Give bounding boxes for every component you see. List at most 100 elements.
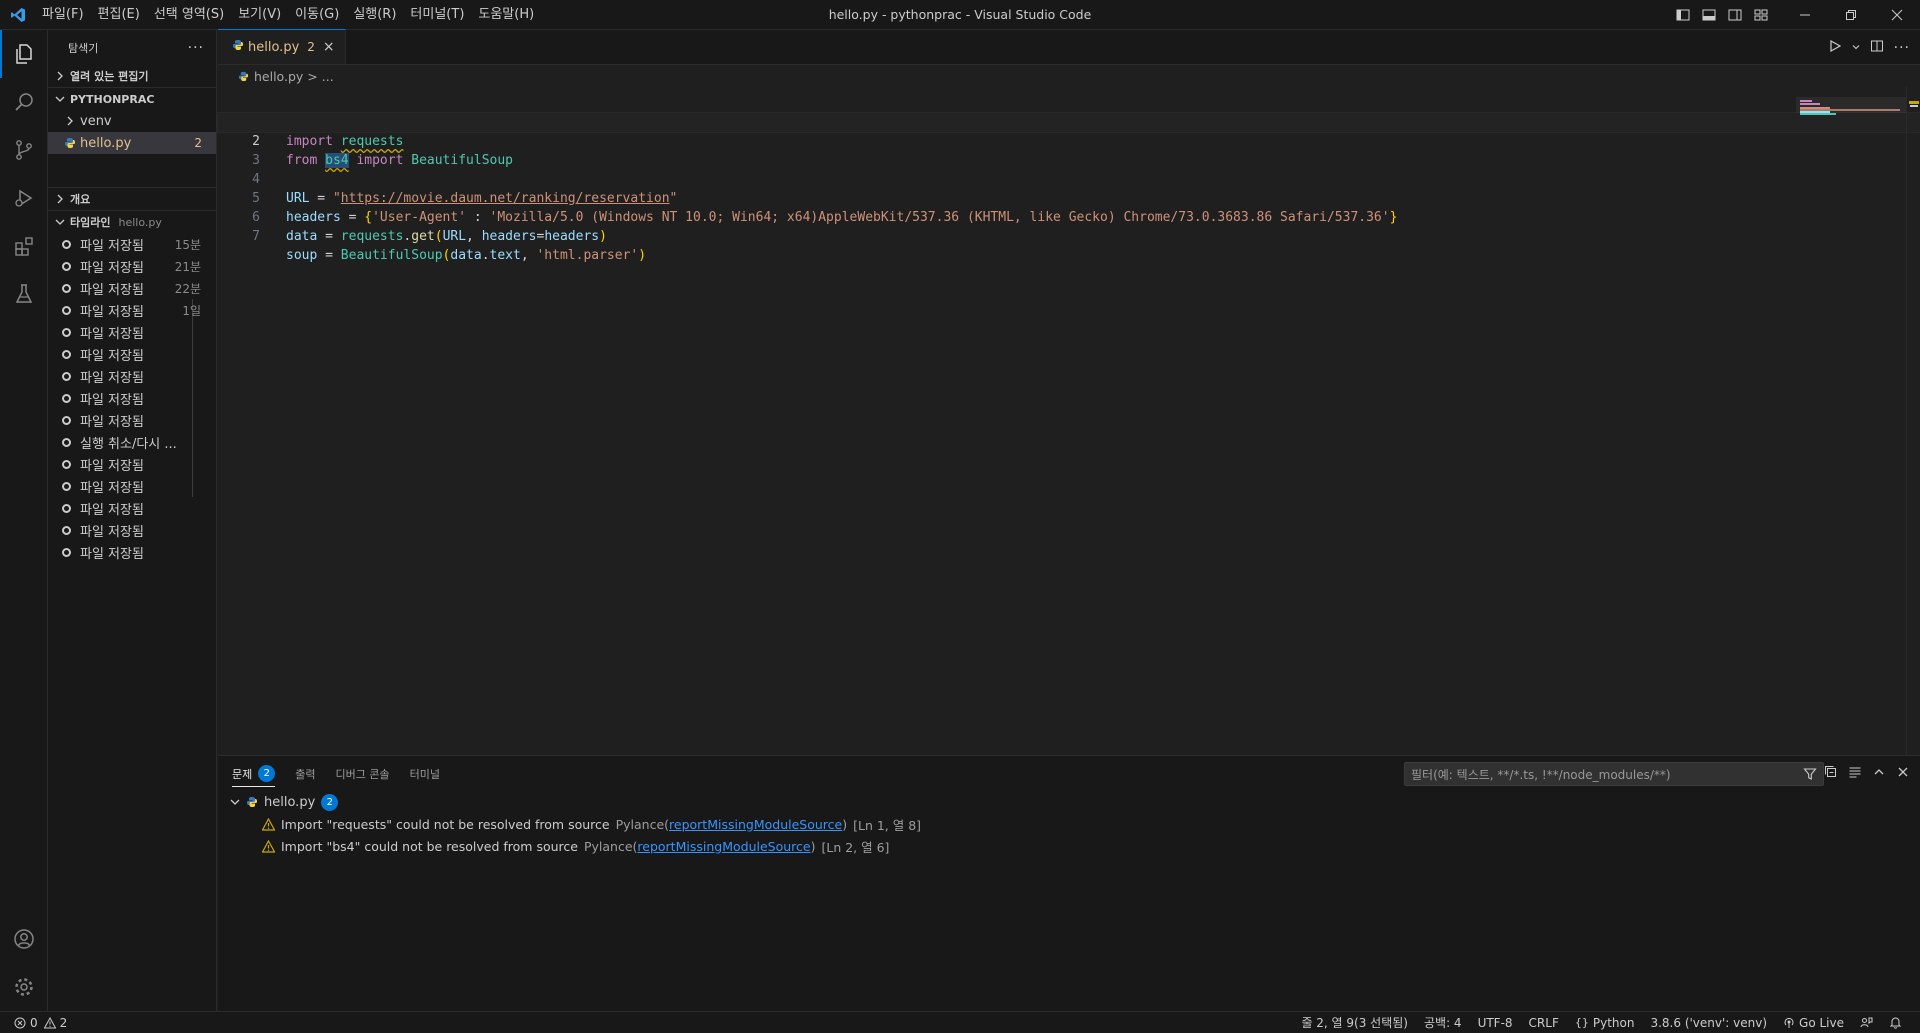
timeline-label: 타임라인 (70, 216, 111, 229)
more-actions-icon[interactable]: ··· (188, 40, 204, 56)
code-token: headers (481, 229, 537, 244)
tab-hello-py[interactable]: hello.py 2 × (218, 29, 346, 64)
breadcrumb-symbols[interactable]: > ... (307, 69, 333, 84)
menu-file[interactable]: 파일(F) (35, 4, 91, 26)
toggle-primary-sidebar-icon[interactable] (1670, 0, 1696, 30)
status-eol[interactable]: CRLF (1521, 1016, 1567, 1030)
file-hello-py-label: hello.py (80, 135, 132, 151)
tab-debug-console[interactable]: 디버그 콘솔 (336, 756, 390, 791)
timeline-item[interactable]: 파일 저장됨 (48, 453, 216, 475)
testing-icon[interactable] (0, 270, 48, 318)
code-editor[interactable]: 1 import requests 2 from bs4 import Beau… (217, 87, 1920, 755)
code-token: text (489, 248, 521, 263)
menu-help[interactable]: 도움말(H) (471, 4, 541, 26)
explorer-icon[interactable] (0, 30, 48, 78)
menu-selection[interactable]: 선택 영역(S) (147, 4, 231, 26)
menu-edit[interactable]: 편집(E) (91, 4, 147, 26)
explorer-sidebar: 탐색기 ··· 열려 있는 편집기 PYTHONPRAC venv hello.… (48, 30, 217, 1011)
status-problems[interactable]: 0 2 (0, 1016, 67, 1030)
timeline-item[interactable]: 파일 저장됨 (48, 387, 216, 409)
menu-go[interactable]: 이동(G) (288, 4, 346, 26)
extensions-icon[interactable] (0, 222, 48, 270)
timeline-item[interactable]: 파일 저장됨 22분 (48, 277, 216, 299)
timeline-item-label: 파일 저장됨 (80, 458, 144, 474)
problem-file-row[interactable]: hello.py 2 (218, 791, 1920, 813)
timeline-item-label: 파일 저장됨 (80, 326, 144, 342)
timeline-item-time: 22분 (174, 281, 201, 296)
timeline-item[interactable]: 파일 저장됨 (48, 343, 216, 365)
file-hello-py[interactable]: hello.py 2 (48, 132, 216, 154)
tab-problems[interactable]: 문제 2 (232, 756, 276, 791)
circle-icon (62, 371, 71, 381)
outline-section[interactable]: 개요 (48, 188, 216, 210)
minimize-icon[interactable] (1782, 0, 1828, 30)
circle-icon (62, 305, 71, 315)
settings-gear-icon[interactable] (0, 963, 48, 1011)
folder-venv[interactable]: venv (48, 110, 216, 132)
problem-row[interactable]: Import "bs4" could not be resolved from … (218, 835, 1920, 857)
customize-layout-icon[interactable] (1748, 0, 1774, 30)
timeline-item[interactable]: 파일 저장됨 (48, 541, 216, 563)
status-indentation[interactable]: 공백: 4 (1416, 1014, 1470, 1031)
timeline-item[interactable]: 파일 저장됨 (48, 475, 216, 497)
problem-row[interactable]: Import "requests" could not be resolved … (218, 813, 1920, 835)
problem-code-link[interactable]: reportMissingModuleSource (669, 817, 842, 832)
timeline-item[interactable]: 파일 저장됨 1일 (48, 299, 216, 321)
tab-close-icon[interactable]: × (323, 39, 335, 55)
status-encoding[interactable]: UTF-8 (1470, 1016, 1521, 1030)
status-interpreter[interactable]: 3.8.6 ('venv': venv) (1642, 1016, 1775, 1030)
menu-view[interactable]: 보기(V) (231, 4, 288, 26)
tab-terminal[interactable]: 터미널 (410, 756, 440, 791)
timeline-item[interactable]: 파일 저장됨 (48, 321, 216, 343)
run-dropdown-icon[interactable] (1852, 40, 1860, 55)
timeline-item[interactable]: 파일 저장됨 (48, 409, 216, 431)
feedback-icon[interactable] (1852, 1016, 1881, 1029)
status-cursor-position[interactable]: 줄 2, 열 9(3 선택됨) (1293, 1014, 1416, 1031)
timeline-item-label: 파일 저장됨 (80, 282, 144, 298)
problem-message: Import "requests" could not be resolved … (281, 816, 610, 832)
circle-icon (62, 327, 71, 337)
collapse-all-icon[interactable] (1824, 765, 1838, 783)
close-window-icon[interactable] (1874, 0, 1920, 30)
timeline-section[interactable]: 타임라인 hello.py (48, 211, 216, 233)
chevron-right-icon (62, 116, 78, 126)
timeline-item[interactable]: 파일 저장됨 21분 (48, 255, 216, 277)
maximize-panel-icon[interactable] (1872, 765, 1886, 783)
account-icon[interactable] (0, 915, 48, 963)
code-line: 4 URL = "https://movie.daum.net/ranking/… (218, 151, 1920, 206)
status-go-live[interactable]: Go Live (1775, 1016, 1852, 1030)
run-debug-icon[interactable] (0, 174, 48, 222)
timeline-item[interactable]: 파일 저장됨 (48, 365, 216, 387)
timeline-item[interactable]: 파일 저장됨 15분 (48, 233, 216, 255)
menu-run[interactable]: 실행(R) (346, 4, 403, 26)
tab-output[interactable]: 출력 (295, 756, 315, 791)
circle-icon (62, 547, 71, 557)
project-section[interactable]: PYTHONPRAC (48, 88, 216, 110)
timeline-item[interactable]: 파일 저장됨 (48, 519, 216, 541)
search-icon[interactable] (0, 78, 48, 126)
vertical-scrollbar[interactable] (1906, 87, 1920, 755)
close-panel-icon[interactable] (1896, 765, 1910, 783)
toggle-panel-icon[interactable] (1696, 0, 1722, 30)
problem-code-link[interactable]: reportMissingModuleSource (637, 839, 810, 854)
restore-icon[interactable] (1828, 0, 1874, 30)
problems-filter-input[interactable]: 필터(예: 텍스트, **/*.ts, !**/node_modules/**) (1404, 762, 1824, 786)
source-control-icon[interactable] (0, 126, 48, 174)
split-editor-icon[interactable] (1870, 39, 1884, 57)
timeline-item[interactable]: 파일 저장됨 (48, 497, 216, 519)
code-token: 'html.parser' (536, 248, 639, 263)
minimap[interactable] (1796, 87, 1906, 755)
filter-icon[interactable] (1803, 767, 1817, 784)
run-python-file-icon[interactable] (1828, 39, 1842, 57)
toggle-secondary-sidebar-icon[interactable] (1722, 0, 1748, 30)
status-language[interactable]: {} Python (1567, 1016, 1643, 1030)
open-editors-section[interactable]: 열려 있는 편집기 (48, 65, 216, 87)
python-file-icon (246, 796, 258, 808)
breadcrumb-file[interactable]: hello.py (254, 69, 303, 84)
more-actions-icon[interactable]: ··· (1894, 40, 1910, 56)
notifications-bell-icon[interactable] (1881, 1016, 1910, 1029)
view-as-list-icon[interactable] (1848, 765, 1862, 783)
title-bar: 파일(F) 편집(E) 선택 영역(S) 보기(V) 이동(G) 실행(R) 터… (0, 0, 1920, 30)
menu-terminal[interactable]: 터미널(T) (403, 4, 471, 26)
timeline-item[interactable]: 실행 취소/다시 ... (48, 431, 216, 453)
